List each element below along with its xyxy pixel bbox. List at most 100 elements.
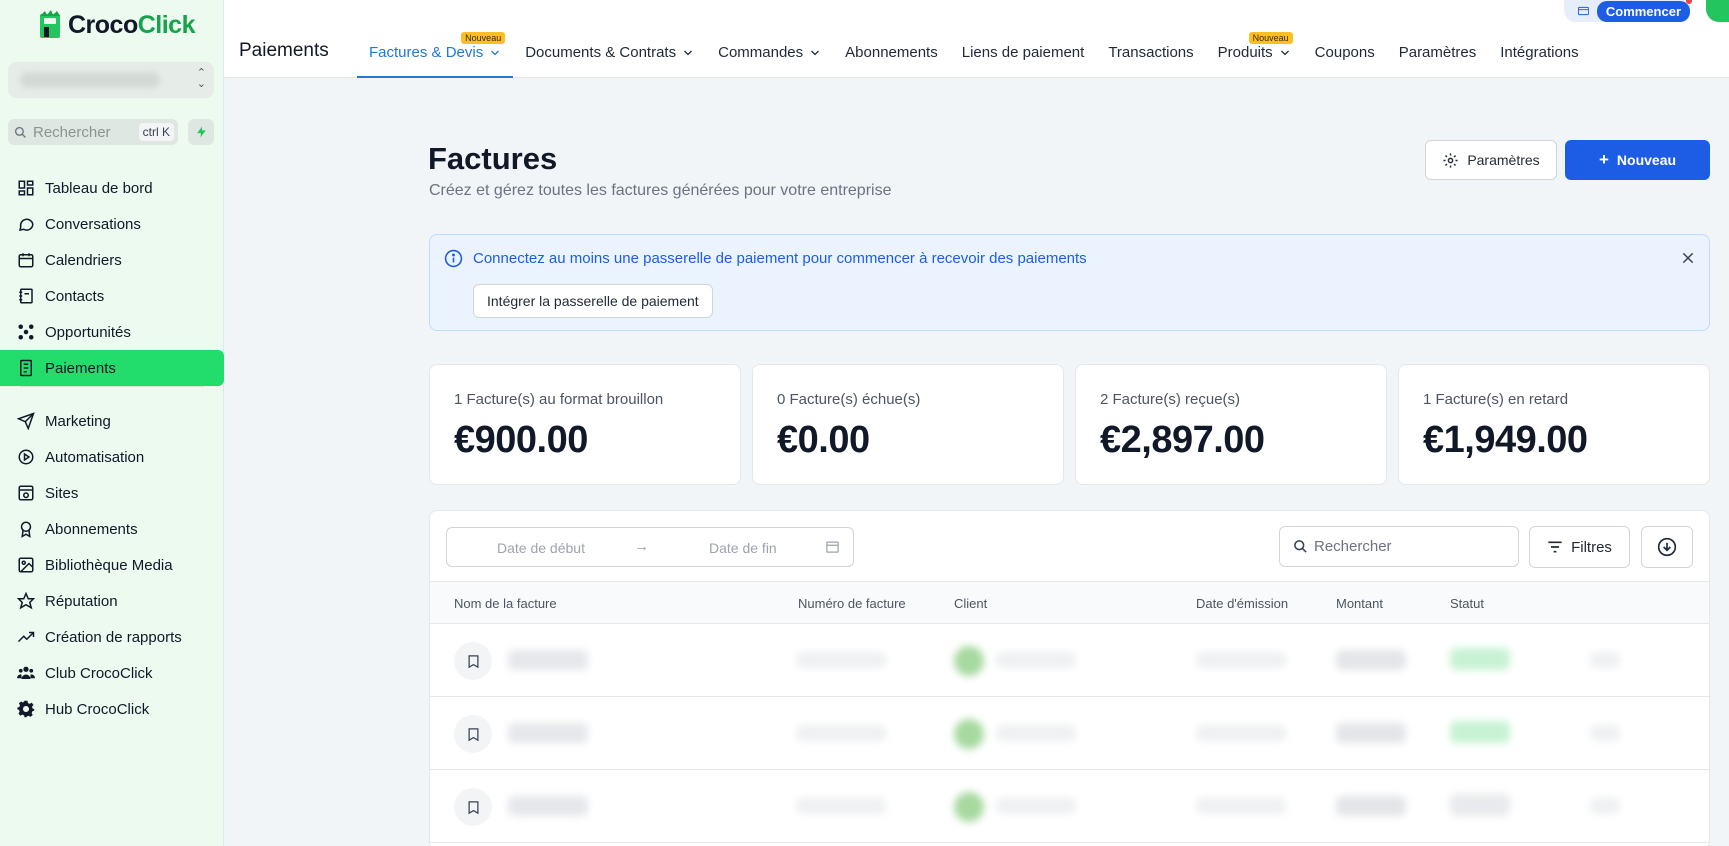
sidebar-nav-primary: Tableau de bord Conversations Calendrier…: [0, 170, 224, 386]
integrate-gateway-button[interactable]: Intégrer la passerelle de paiement: [473, 284, 713, 318]
sidebar-item-sites[interactable]: Sites: [0, 475, 224, 511]
tab-integrations[interactable]: Intégrations: [1488, 44, 1590, 78]
sidebar-item-reputation[interactable]: Réputation: [0, 583, 224, 619]
sidebar-item-dashboard[interactable]: Tableau de bord: [0, 170, 224, 206]
account-switcher[interactable]: ⌃ ⌄: [8, 62, 214, 98]
table-row[interactable]: [430, 697, 1709, 770]
tab-subscriptions[interactable]: Abonnements: [833, 44, 950, 78]
date-start-input[interactable]: Date de début: [497, 540, 585, 556]
sidebar-item-automation[interactable]: Automatisation: [0, 439, 224, 475]
tab-orders[interactable]: Commandes: [706, 44, 833, 78]
stat-value: €2,897.00: [1100, 419, 1265, 461]
image-icon: [18, 557, 34, 573]
dashboard-icon: [18, 180, 34, 196]
sidebar-item-contacts[interactable]: Contacts: [0, 278, 224, 314]
quick-action-button[interactable]: [188, 119, 214, 145]
column-header[interactable]: Client: [954, 596, 987, 611]
blurred-status: [1450, 794, 1510, 816]
refresh-icon[interactable]: [1706, 0, 1729, 22]
tab-coupons[interactable]: Coupons: [1303, 44, 1387, 78]
tab-label: Documents & Contrats: [525, 44, 677, 61]
card-icon: [1578, 6, 1589, 16]
sidebar-item-calendars[interactable]: Calendriers: [0, 242, 224, 278]
table-row[interactable]: [430, 624, 1709, 697]
close-icon[interactable]: [1681, 251, 1695, 265]
logo[interactable]: CrocoClick: [36, 8, 196, 42]
download-icon: [1657, 537, 1677, 557]
tab-label: Intégrations: [1500, 44, 1579, 61]
stat-value: €900.00: [454, 419, 588, 461]
filters-button[interactable]: Filtres: [1529, 526, 1630, 568]
sidebar-item-hub[interactable]: Hub CrocoClick: [0, 691, 224, 727]
chevron-down-icon: [1280, 50, 1289, 56]
getting-started-bar[interactable]: Commencer: [1564, 0, 1690, 22]
chat-icon: [18, 218, 34, 231]
stat-card-draft[interactable]: 1 Facture(s) au format brouillon €900.00: [429, 364, 741, 485]
sidebar-item-label: Marketing: [45, 412, 111, 430]
sidebar-item-label: Contacts: [45, 287, 105, 305]
date-range-picker[interactable]: Date de début → Date de fin: [446, 527, 854, 567]
stat-card-received[interactable]: 2 Facture(s) reçue(s) €2,897.00: [1075, 364, 1387, 485]
tab-label: Liens de paiement: [961, 44, 1085, 61]
search-shortcut: ctrl K: [138, 123, 174, 141]
tab-products[interactable]: Nouveau Produits: [1206, 32, 1303, 78]
new-invoice-button[interactable]: + Nouveau: [1565, 140, 1710, 180]
column-header[interactable]: Statut: [1450, 596, 1484, 611]
sidebar-item-label: Bibliothèque Media: [45, 556, 173, 574]
stat-value: €0.00: [777, 419, 870, 461]
chevron-down-icon: [491, 50, 500, 56]
stat-card-overdue[interactable]: 1 Facture(s) en retard €1,949.00: [1398, 364, 1710, 485]
blurred-cell: [508, 723, 588, 743]
blurred-cell: [1196, 798, 1286, 814]
sidebar-item-label: Réputation: [45, 592, 118, 610]
tab-invoices-quotes[interactable]: Nouveau Factures & Devis: [357, 32, 514, 78]
users-icon: [17, 666, 35, 679]
sidebar-search[interactable]: Rechercher ctrl K: [8, 119, 178, 145]
sidebar-item-conversations[interactable]: Conversations: [0, 206, 224, 242]
info-icon: [444, 249, 463, 268]
table-header: Nom de la facture Numéro de facture Clie…: [430, 581, 1709, 624]
contacts-icon: [19, 288, 33, 304]
sidebar-item-label: Paiements: [45, 359, 116, 377]
sidebar-item-opportunities[interactable]: Opportunités: [0, 314, 224, 350]
settings-button[interactable]: Paramètres: [1425, 140, 1557, 180]
tab-transactions[interactable]: Transactions: [1096, 44, 1205, 78]
table-row[interactable]: [430, 770, 1709, 843]
sidebar-item-label: Opportunités: [45, 323, 131, 341]
download-button[interactable]: [1641, 526, 1693, 568]
filter-icon: [1548, 541, 1562, 553]
sidebar-divider: [20, 386, 204, 387]
blurred-cell: [1336, 723, 1406, 743]
table-search-input[interactable]: Rechercher: [1279, 526, 1519, 567]
blurred-cell: [796, 652, 886, 668]
column-header[interactable]: Montant: [1336, 596, 1383, 611]
award-icon: [20, 521, 32, 538]
sidebar-item-reports[interactable]: Création de rapports: [0, 619, 224, 655]
page-subtitle: Créez et gérez toutes les factures génér…: [429, 182, 892, 199]
sidebar-item-marketing[interactable]: Marketing: [0, 403, 224, 439]
sidebar-item-subscriptions[interactable]: Abonnements: [0, 511, 224, 547]
tab-label: Transactions: [1108, 44, 1194, 61]
blurred-cell: [996, 725, 1076, 741]
plus-icon: +: [1598, 150, 1609, 169]
sidebar-item-label: Création de rapports: [45, 628, 182, 646]
tab-payment-links[interactable]: Liens de paiement: [950, 44, 1097, 78]
column-header[interactable]: Date d'émission: [1196, 596, 1288, 611]
sidebar-item-media-library[interactable]: Bibliothèque Media: [0, 547, 224, 583]
commencer-button[interactable]: Commencer: [1596, 0, 1690, 22]
blurred-cell: [796, 725, 886, 741]
top-navigation: Paiements Nouveau Factures & Devis Docum…: [224, 0, 1729, 78]
sidebar-item-payments[interactable]: Paiements: [0, 350, 224, 386]
tab-settings[interactable]: Paramètres: [1387, 44, 1489, 78]
sidebar-item-label: Sites: [45, 484, 79, 502]
column-header[interactable]: Nom de la facture: [454, 596, 557, 611]
date-end-input[interactable]: Date de fin: [709, 540, 777, 556]
sidebar: CrocoClick ⌃ ⌄ Rechercher ctrl K Tableau …: [0, 0, 224, 846]
column-header[interactable]: Numéro de facture: [798, 596, 906, 611]
tab-label: Abonnements: [845, 44, 938, 61]
sites-icon: [18, 485, 34, 501]
stat-card-due[interactable]: 0 Facture(s) échue(s) €0.00: [752, 364, 1064, 485]
sidebar-item-label: Tableau de bord: [45, 179, 153, 197]
tab-documents-contracts[interactable]: Documents & Contrats: [513, 44, 706, 78]
sidebar-item-club[interactable]: Club CrocoClick: [0, 655, 224, 691]
